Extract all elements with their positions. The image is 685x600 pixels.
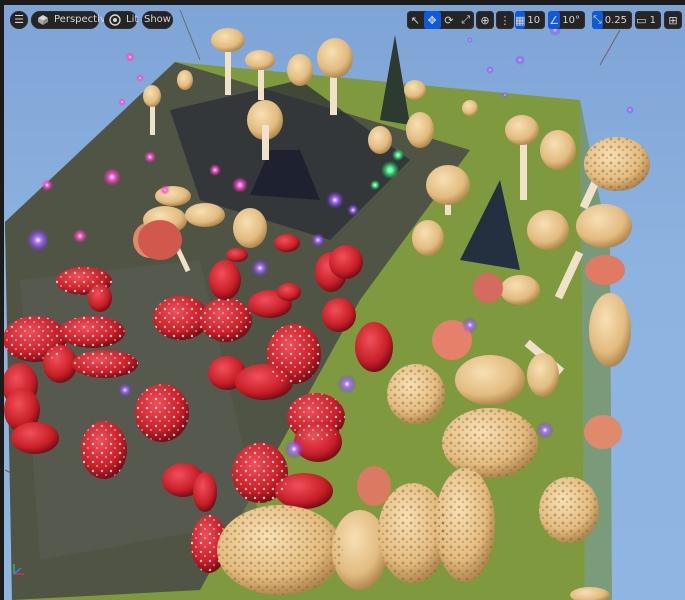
coordinate-system-button[interactable]: ⊕ (476, 11, 494, 29)
perspective-icon (36, 13, 50, 27)
rotation-snap-value: 10° (562, 14, 580, 26)
rotation-snap-icon: ∠ (548, 11, 561, 29)
axis-gizmo (10, 560, 34, 584)
rotation-snap-button[interactable]: ∠ 10° (548, 11, 585, 29)
camera-icon: ▭ (636, 13, 647, 27)
scale-snap-value: 0.25 (604, 14, 627, 26)
move-icon: ✥ (427, 13, 437, 27)
menu-icon: ☰ (14, 13, 24, 26)
transform-tools: ↖ ✥ ⟳ ⤢ (407, 11, 474, 29)
grid-snap-icon: ▦ (515, 11, 526, 29)
select-icon: ↖ (410, 13, 420, 27)
camera-speed-value: 1 (649, 14, 656, 26)
view-mode-button[interactable]: Perspective (31, 11, 112, 29)
rotate-icon: ⟳ (444, 13, 454, 27)
show-button[interactable]: Show (142, 11, 173, 29)
select-tool[interactable]: ↖ (407, 11, 424, 29)
scale-icon: ⤢ (461, 13, 471, 26)
rotate-tool[interactable]: ⟳ (441, 11, 458, 29)
scale-snap-icon: ⤡ (592, 11, 603, 29)
scale-snap-button[interactable]: ⤡ 0.25 (592, 11, 632, 29)
surface-snap-button[interactable]: ⋮ (496, 11, 514, 29)
lit-icon (108, 13, 122, 27)
level-viewport[interactable]: ☰ Perspective Lit Show ↖ ✥ ⟳ ⤢ ⊕ ⋮ ▦ 10 … (0, 0, 685, 600)
move-tool[interactable]: ✥ (423, 11, 441, 29)
grid-snap-value: 10 (527, 14, 541, 26)
grid-snap-button[interactable]: ▦ 10 (515, 11, 545, 29)
menu-button[interactable]: ☰ (10, 11, 28, 29)
lighting-mode-button[interactable]: Lit (104, 11, 139, 29)
camera-speed-button[interactable]: ▭ 1 (635, 11, 661, 29)
world-icon: ⊕ (480, 13, 490, 27)
show-label: Show (144, 14, 171, 25)
maximize-icon: ⊞ (668, 13, 678, 27)
scene-render (2, 9, 650, 600)
scale-tool[interactable]: ⤢ (457, 11, 474, 29)
surface-snap-icon: ⋮ (499, 13, 511, 27)
lighting-mode-label: Lit (126, 14, 139, 25)
maximize-viewport-button[interactable]: ⊞ (664, 11, 682, 29)
